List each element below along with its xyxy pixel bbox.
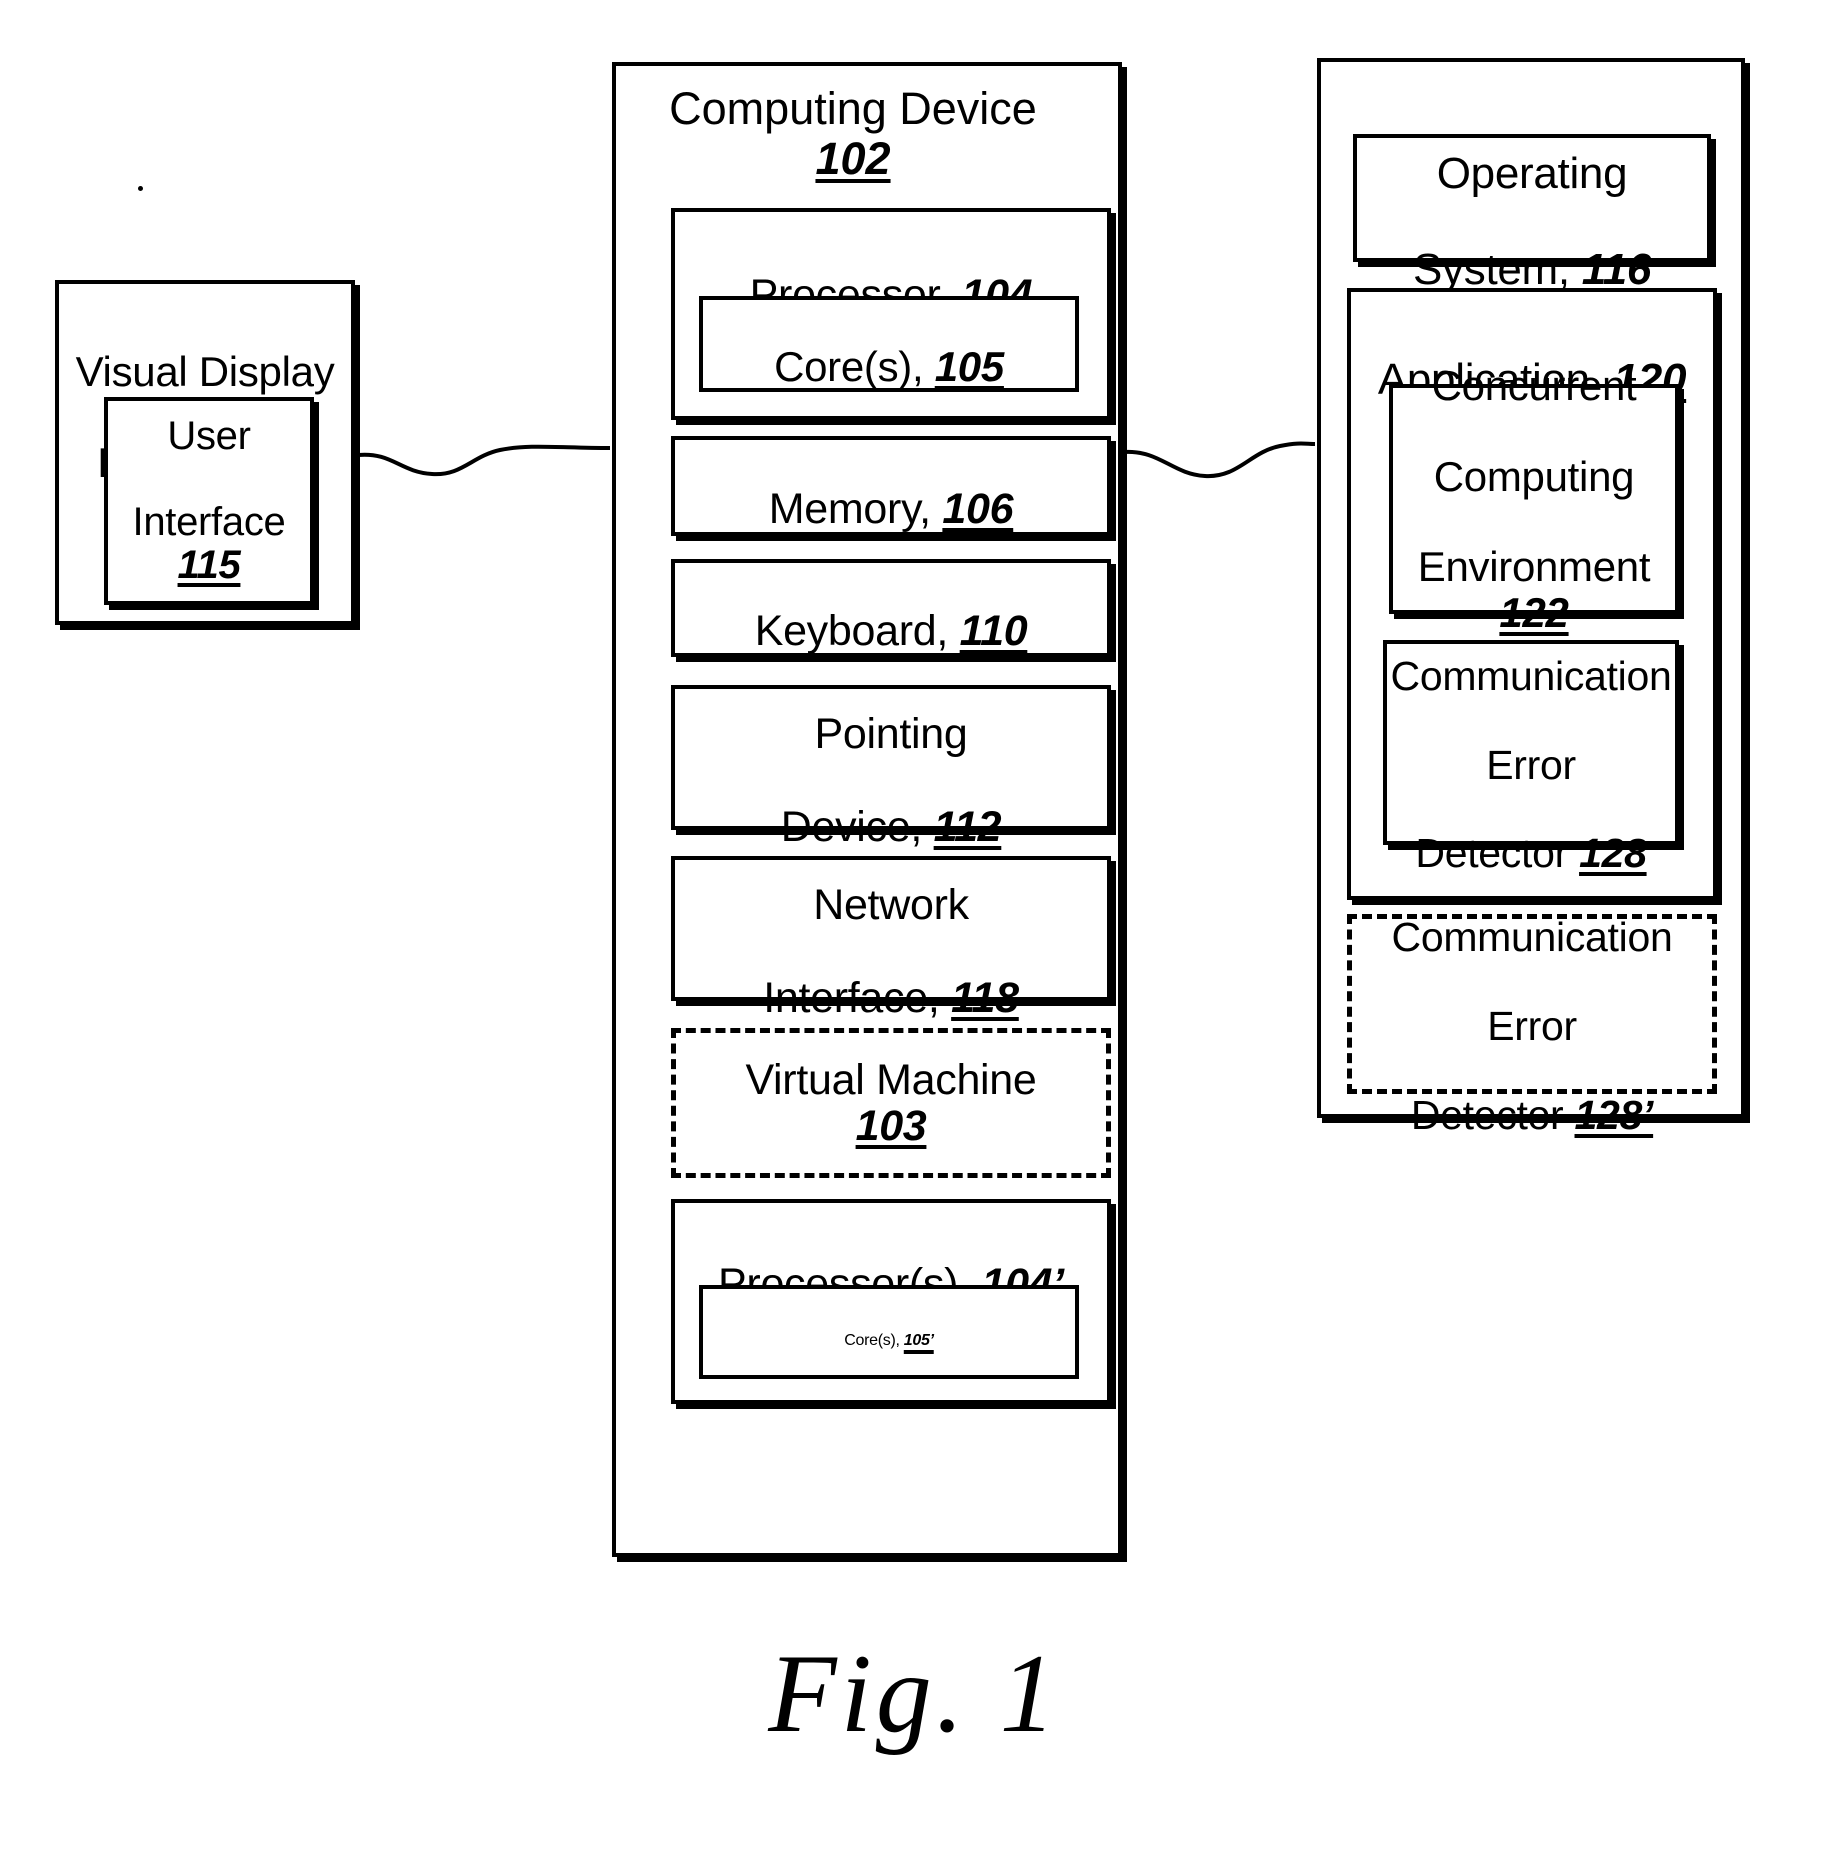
application-box: Application, 120 Concurrent Computing En… [1347, 288, 1717, 900]
network-interface-label: Network Interface, 118 [763, 881, 1019, 1022]
memory-box: Memory, 106 [671, 436, 1111, 536]
connector-device-to-storage [1123, 441, 1316, 479]
communication-error-detector-prime-box: Communication Error Detector 128’ [1347, 914, 1717, 1137]
cores-box: Core(s), 105 [699, 296, 1079, 392]
operating-system-box: Operating System, 116 [1353, 134, 1711, 293]
computing-device-box: Computing Device 102 Processor, 104 Core… [612, 62, 1122, 1557]
virtual-machine-box: Virtual Machine 103 [671, 1028, 1111, 1178]
processor-prime-box: Processor(s), 104’ Core(s), 105’ [671, 1199, 1111, 1404]
ref-102: 102 [815, 132, 891, 184]
communication-error-detector-box: Communication Error Detector 128 [1383, 640, 1679, 875]
ref-106: 106 [942, 485, 1014, 533]
user-interface-label: User Interface 115 [132, 413, 286, 588]
ref-103: 103 [855, 1102, 927, 1150]
cores-prime-label: Core(s), 105’ [844, 1332, 934, 1349]
cores-prime-box: Core(s), 105’ [699, 1285, 1079, 1379]
pointing-device-label: Pointing Device, 112 [780, 710, 1002, 851]
ref-116: 116 [1581, 244, 1652, 294]
computing-device-label: Computing Device 102 [616, 84, 1118, 183]
ref-105: 105 [934, 343, 1004, 390]
concurrent-computing-environment-box: Concurrent Computing Environment 122 [1389, 363, 1679, 635]
storage-box: Storage, 108 Operating System, 116 Appli… [1317, 58, 1745, 1137]
ref-105-prime: 105’ [903, 1332, 934, 1349]
scan-speck [138, 186, 143, 191]
ref-110: 110 [959, 607, 1028, 655]
communication-error-detector-prime-label: Communication Error Detector 128’ [1391, 914, 1673, 1138]
ref-115: 115 [177, 543, 241, 588]
network-interface-box: Network Interface, 118 [671, 856, 1111, 1021]
memory-label: Memory, 106 [768, 485, 1014, 533]
visual-display-device-box: Visual Display Device, 114 User Interfac… [55, 280, 355, 625]
processor-box: Processor, 104 Core(s), 105 [671, 208, 1111, 420]
pointing-device-box: Pointing Device, 112 [671, 685, 1111, 850]
patent-figure-canvas: Visual Display Device, 114 User Interfac… [0, 0, 1828, 1876]
connector-display-to-device [357, 444, 611, 477]
virtual-machine-label: Virtual Machine 103 [745, 1055, 1037, 1150]
figure-caption: Fig. 1 [768, 1632, 1060, 1756]
user-interface-box: User Interface 115 [104, 397, 314, 605]
operating-system-label: Operating System, 116 [1413, 149, 1652, 294]
keyboard-box: Keyboard, 110 [671, 559, 1111, 657]
communication-error-detector-label: Communication Error Detector 128 [1390, 652, 1672, 877]
keyboard-label: Keyboard, 110 [754, 607, 1028, 655]
cores-label: Core(s), 105 [774, 343, 1004, 390]
ref-128-prime: 128’ [1574, 1091, 1654, 1138]
ref-128: 128 [1579, 830, 1647, 877]
